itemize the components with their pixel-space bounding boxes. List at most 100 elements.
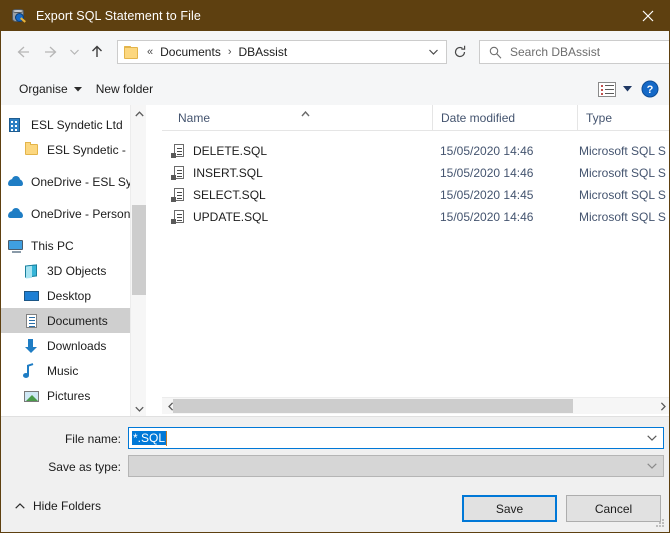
pane-splitter[interactable] [146,105,162,417]
pictures-icon [23,388,40,404]
sidebar-item-label: Downloads [47,338,107,353]
column-header-row: Name Date modified Type [162,105,669,131]
address-overflow[interactable]: « [147,46,153,58]
sidebar-item-label: This PC [31,238,74,253]
resize-grip-icon[interactable] [656,519,666,529]
file-name-cell[interactable]: DELETE.SQL [170,143,267,159]
table-row[interactable]: INSERT.SQL 15/05/2020 14:46 Microsoft SQ… [162,162,669,184]
column-header-label: Type [586,110,613,125]
sql-file-icon [170,143,186,159]
search-placeholder: Search DBAssist [510,45,601,59]
sidebar-item-label: Documents [47,313,108,328]
breadcrumb-dbassist[interactable]: DBAssist [239,45,288,59]
sidebar-item-esl-syndetic-ltd[interactable]: ESL Syndetic Ltd [1,112,146,137]
sidebar-item-music[interactable]: Music [1,358,146,383]
folder-icon [23,141,40,158]
search-input[interactable]: Search DBAssist [479,40,669,64]
organise-button[interactable]: Organise [12,77,89,101]
column-header-date-modified[interactable]: Date modified [432,105,577,130]
sidebar-item-downloads[interactable]: Downloads [1,333,146,358]
file-name-label: DELETE.SQL [193,144,268,158]
view-chevron-down-icon[interactable] [623,86,632,92]
sidebar-item-label: ESL Syndetic Ltd [31,117,123,132]
desktop-icon [23,288,40,304]
chevron-right-icon[interactable] [654,398,669,414]
building-icon [7,117,24,133]
file-name-label: INSERT.SQL [193,166,263,180]
save-button[interactable]: Save [462,495,557,522]
sidebar-item-onedrive-personal[interactable]: OneDrive - Person [1,201,146,226]
file-date-cell: 15/05/2020 14:46 [440,144,534,158]
file-date-cell: 15/05/2020 14:46 [440,166,534,180]
cube-icon [23,263,40,279]
file-list-horizontal-scrollbar[interactable] [162,397,669,414]
arrow-up-icon[interactable] [83,38,111,66]
help-icon[interactable]: ? [635,74,665,104]
documents-icon [23,313,40,329]
file-name-value: *.SQL [132,431,167,445]
chevron-up-icon [15,503,25,509]
sidebar-item-this-pc[interactable]: This PC [1,233,146,258]
chevron-down-icon [73,86,82,92]
refresh-icon[interactable] [447,40,473,64]
file-name-cell[interactable]: UPDATE.SQL [170,209,268,225]
change-view-button[interactable] [595,77,635,101]
sql-file-icon [170,209,186,225]
chevron-down-icon[interactable] [131,400,146,417]
sidebar-scrollbar[interactable] [130,105,146,417]
address-bar[interactable]: « Documents › DBAssist [117,40,447,64]
save-as-type-chevron-down-icon[interactable] [647,456,657,476]
table-row[interactable]: UPDATE.SQL 15/05/2020 14:46 Microsoft SQ… [162,206,669,228]
sidebar-scrollbar-thumb[interactable] [132,205,146,295]
close-icon[interactable] [625,1,669,31]
sidebar-item-esl-syndetic-folder[interactable]: ESL Syndetic - ES [1,137,146,162]
breadcrumb-documents[interactable]: Documents [160,45,221,59]
new-folder-button[interactable]: New folder [89,77,160,101]
save-as-type-select[interactable] [128,455,664,477]
sidebar-item-label: Music [47,363,79,378]
title-bar: Export SQL Statement to File [1,1,669,31]
text-cursor [166,430,168,446]
folder-icon [124,45,140,59]
column-header-name[interactable]: Name [170,105,440,130]
chevron-up-icon[interactable] [131,105,146,122]
file-name-input[interactable]: *.SQL [128,427,664,449]
column-header-type[interactable]: Type [577,105,669,130]
sidebar-item-label: Pictures [47,388,91,403]
column-header-label: Name [178,110,211,125]
cancel-button[interactable]: Cancel [566,495,661,522]
cloud-icon [7,206,24,222]
file-name-chevron-down-icon[interactable] [647,428,657,448]
table-row[interactable]: DELETE.SQL 15/05/2020 14:46 Microsoft SQ… [162,140,669,162]
table-row[interactable]: SELECT.SQL 15/05/2020 14:45 Microsoft SQ… [162,184,669,206]
sidebar-item-label: 3D Objects [47,263,107,278]
file-type-cell: Microsoft SQL S [579,188,666,202]
save-as-type-label: Save as type: [48,460,121,474]
file-name-label: SELECT.SQL [193,188,266,202]
file-date-cell: 15/05/2020 14:45 [440,188,534,202]
navigation-pane: ESL Syndetic Ltd ESL Syndetic - ES OneDr… [1,105,146,417]
sidebar-item-onedrive-esl[interactable]: OneDrive - ESL Sy [1,169,146,194]
command-bar: Organise New folder ? [1,73,669,106]
window-title: Export SQL Statement to File [36,9,201,23]
horizontal-scrollbar-thumb[interactable] [173,399,573,413]
file-type-cell: Microsoft SQL S [579,210,666,224]
file-name-cell[interactable]: SELECT.SQL [170,187,266,203]
sidebar-item-documents[interactable]: Documents [1,308,146,333]
sidebar-item-label: Desktop [47,288,92,303]
sidebar-item-3d-objects[interactable]: 3D Objects [1,258,146,283]
arrow-left-icon[interactable] [9,38,37,66]
new-folder-label: New folder [95,82,154,96]
browser-content: ESL Syndetic Ltd ESL Syndetic - ES OneDr… [1,105,669,417]
address-chevron-down-icon[interactable] [424,41,442,63]
recent-locations-chevron-down-icon[interactable] [65,38,83,66]
sidebar-item-desktop[interactable]: Desktop [1,283,146,308]
file-name-cell[interactable]: INSERT.SQL [170,165,263,181]
sidebar-item-pictures[interactable]: Pictures [1,383,146,408]
arrow-right-icon[interactable] [37,38,65,66]
file-name-label: File name: [64,432,121,446]
save-file-dialog: Export SQL Statement to File « Documents… [0,0,670,533]
file-name-label: UPDATE.SQL [193,210,269,224]
hide-folders-button[interactable]: Hide Folders [15,499,101,513]
svg-text:?: ? [647,84,654,96]
